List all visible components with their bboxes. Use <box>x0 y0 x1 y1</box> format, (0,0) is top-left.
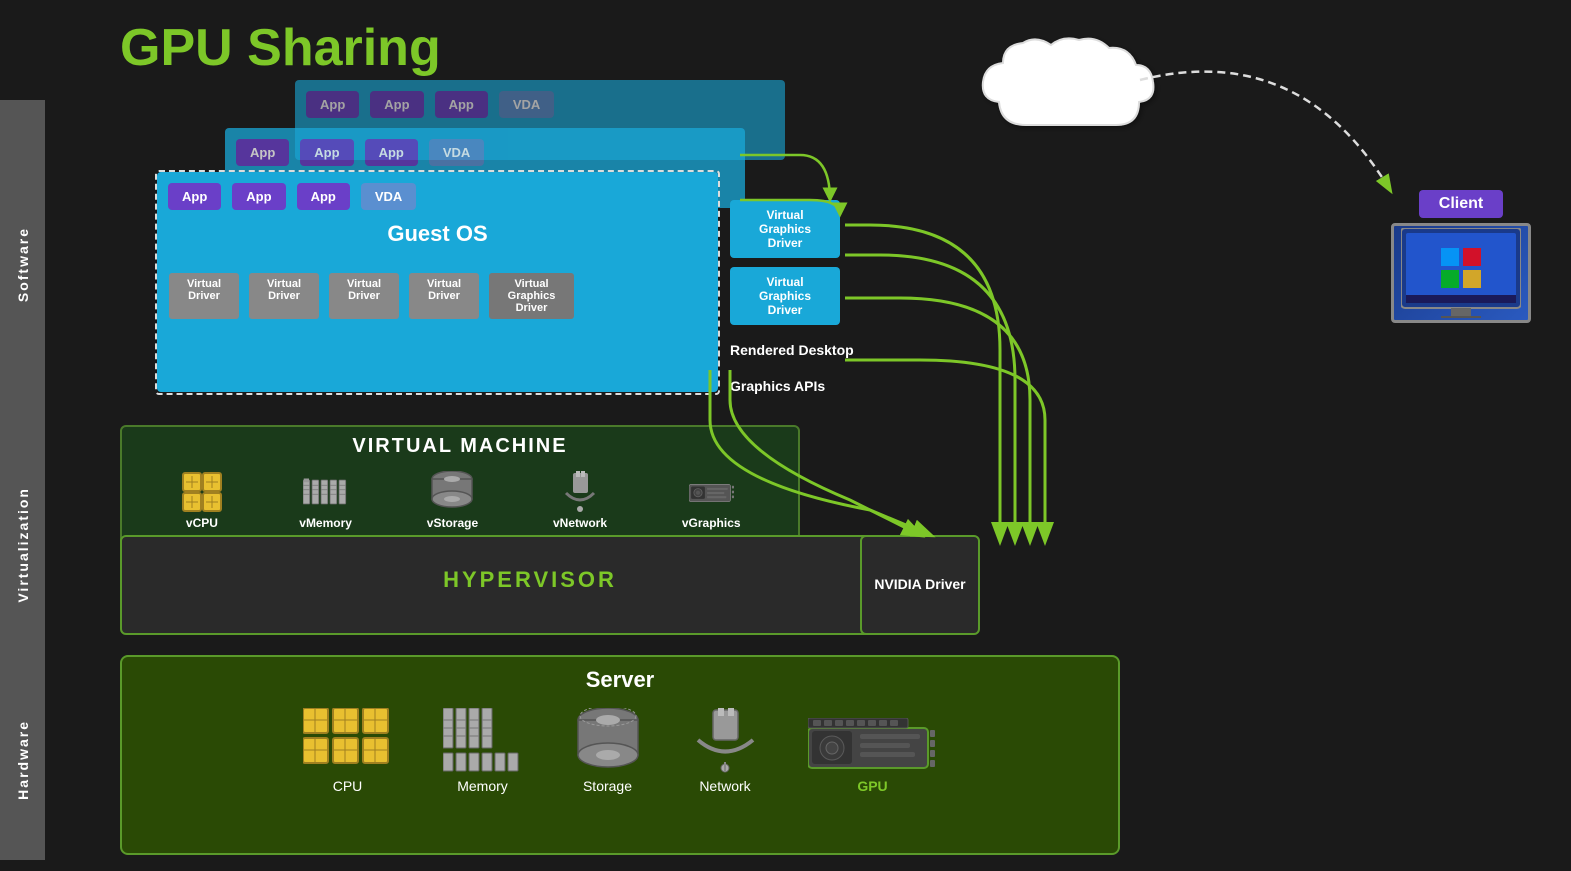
network-group: Network <box>693 708 758 794</box>
network-label: Network <box>699 778 750 794</box>
hardware-icons-row: CPU <box>122 698 1118 804</box>
client-label: Client <box>1419 190 1503 218</box>
hypervisor-section: HYPERVISOR <box>120 535 940 635</box>
right-panel: VirtualGraphicsDriver VirtualGraphicsDri… <box>730 200 854 394</box>
memory-hw-icon <box>443 708 523 773</box>
client-device: Client <box>1391 190 1531 323</box>
software-label: Software <box>0 100 45 430</box>
vstorage-icon <box>430 472 475 512</box>
storage-group: Storage <box>573 708 643 794</box>
app-btn: App <box>370 91 423 118</box>
app-btn: App <box>306 91 359 118</box>
gpu-hw-icon <box>808 718 938 773</box>
cpu-group: CPU <box>303 708 393 794</box>
vgraphics-icon <box>689 472 734 512</box>
nvidia-driver: NVIDIA Driver <box>860 535 980 635</box>
hypervisor-label: HYPERVISOR <box>122 537 938 593</box>
vcpu-icon <box>179 472 224 512</box>
vgd-box-1: VirtualGraphicsDriver <box>730 200 840 258</box>
vcpu-item: vCPU <box>179 472 224 530</box>
memory-label: Memory <box>457 778 508 794</box>
active-vm-border <box>155 170 720 395</box>
vstorage-label: vStorage <box>427 516 478 530</box>
gpu-label: GPU <box>857 778 887 794</box>
vm-title: VIRTUAL MACHINE <box>122 427 798 462</box>
client-screen <box>1391 223 1531 323</box>
network-hw-icon <box>693 708 758 773</box>
app-btn: App <box>236 139 289 166</box>
vstorage-item: vStorage <box>427 472 478 530</box>
rendered-desktop-label: Rendered Desktop <box>730 342 854 358</box>
app-btn: App <box>300 139 353 166</box>
virtualization-label: Virtualization <box>0 430 45 660</box>
page-title: GPU Sharing <box>120 18 441 78</box>
graphics-apis-label: Graphics APIs <box>730 378 854 394</box>
hardware-label: Hardware <box>0 660 45 860</box>
vda-btn: VDA <box>429 139 484 166</box>
app-btn: App <box>435 91 488 118</box>
vgraphics-item: vGraphics <box>682 472 741 530</box>
server-section: Server <box>120 655 1120 855</box>
vmemory-label: vMemory <box>299 516 352 530</box>
gpu-group: GPU <box>808 718 938 794</box>
vgd-box-2: VirtualGraphicsDriver <box>730 267 840 325</box>
memory-group: Memory <box>443 708 523 794</box>
cpu-label: CPU <box>333 778 363 794</box>
storage-hw-icon <box>573 708 643 773</box>
cloud-icon <box>971 30 1191 155</box>
vnetwork-item: vNetwork <box>553 472 607 530</box>
vmemory-icon <box>303 472 348 512</box>
vgraphics-label: vGraphics <box>682 516 741 530</box>
storage-label: Storage <box>583 778 632 794</box>
nvidia-driver-label: NVIDIA Driver <box>874 575 965 595</box>
vnetwork-icon <box>558 472 603 512</box>
vda-btn: VDA <box>499 91 554 118</box>
vm-icons-row: vCPU <box>122 462 798 540</box>
app-btn: App <box>365 139 418 166</box>
server-title: Server <box>122 657 1118 698</box>
vcpu-label: vCPU <box>186 516 218 530</box>
cpu-hw-icon <box>303 708 393 773</box>
vmemory-item: vMemory <box>299 472 352 530</box>
vnetwork-label: vNetwork <box>553 516 607 530</box>
